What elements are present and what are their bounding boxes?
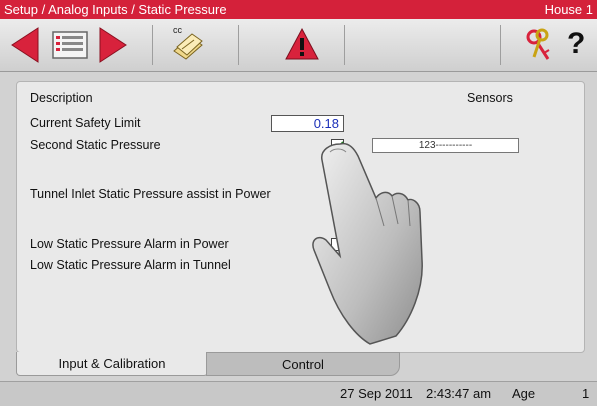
status-age-label: Age	[512, 386, 536, 401]
forward-button[interactable]	[96, 25, 130, 65]
low-power-alarm-label: Low Static Pressure Alarm in Power	[30, 237, 229, 251]
help-icon: ?	[567, 27, 586, 60]
keys-button[interactable]	[522, 25, 554, 65]
tab-input-calibration[interactable]: Input & Calibration	[16, 352, 208, 376]
second-static-pressure-label: Second Static Pressure	[30, 138, 161, 152]
current-safety-limit-field[interactable]: 0.18	[271, 115, 344, 132]
left-arrow-icon	[11, 27, 39, 63]
alarm-button[interactable]	[284, 25, 320, 65]
pointing-hand-illustration	[312, 142, 423, 345]
status-date: 27 Sep 2011	[340, 386, 413, 401]
warning-icon	[285, 27, 319, 60]
back-button[interactable]	[8, 25, 42, 65]
app-frame: Setup / Analog Inputs / Static Pressure …	[0, 0, 597, 406]
description-header: Description	[30, 91, 93, 105]
toolbar-separator	[500, 25, 501, 65]
tab-control[interactable]: Control	[206, 352, 400, 376]
toolbar-separator	[238, 25, 239, 65]
keys-icon	[526, 28, 550, 60]
house-label: House 1	[544, 2, 593, 17]
current-safety-limit-label: Current Safety Limit	[30, 116, 141, 130]
menu-list-icon	[52, 31, 88, 59]
toolbar-separator	[152, 25, 153, 65]
right-arrow-icon	[99, 27, 127, 63]
toolbar: cc ?	[0, 19, 597, 72]
help-button[interactable]: ?	[562, 25, 592, 65]
copy-label: cc	[173, 25, 182, 35]
breadcrumb: Setup / Analog Inputs / Static Pressure	[4, 2, 227, 17]
status-time: 2:43:47 am	[426, 386, 492, 401]
status-bar: 27 Sep 2011 2:43:47 am Age 1	[0, 381, 597, 406]
tunnel-inlet-label: Tunnel Inlet Static Pressure assist in P…	[30, 187, 271, 201]
status-age-value: 1	[582, 386, 590, 401]
toolbar-separator	[344, 25, 345, 65]
low-tunnel-alarm-label: Low Static Pressure Alarm in Tunnel	[30, 258, 231, 272]
sensors-header: Sensors	[467, 91, 513, 105]
copy-button[interactable]: cc	[168, 25, 208, 65]
menu-button[interactable]	[50, 25, 90, 65]
title-bar: Setup / Analog Inputs / Static Pressure …	[0, 0, 597, 19]
